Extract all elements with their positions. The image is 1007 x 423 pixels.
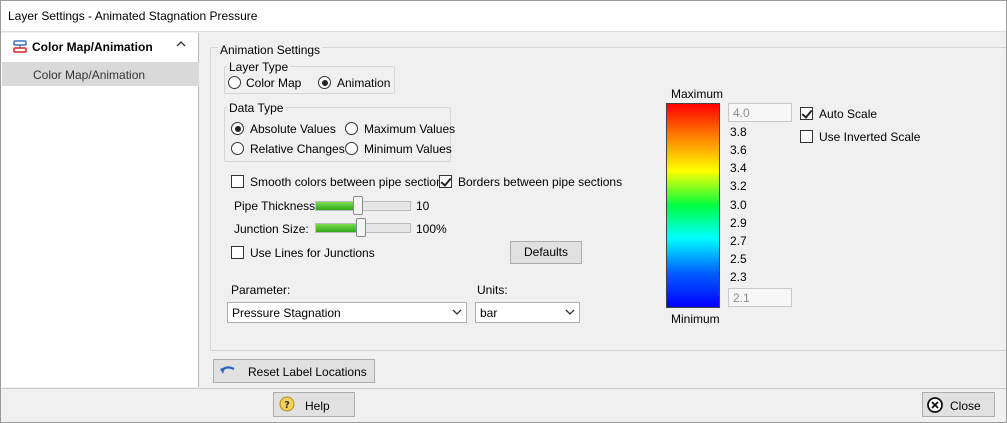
radio-relative-changes-label: Relative Changes — [250, 142, 345, 156]
units-value: bar — [480, 306, 498, 320]
layers-icon — [13, 40, 27, 53]
scale-tick-label: 3.0 — [730, 198, 747, 212]
radio-maximum-values-label: Maximum Values — [364, 122, 456, 136]
borders-checkbox[interactable] — [439, 175, 452, 188]
inverted-scale-checkbox[interactable] — [800, 130, 813, 143]
scale-tick-label: 3.4 — [730, 161, 747, 175]
junction-size-label: Junction Size: — [234, 222, 309, 236]
close-icon — [927, 397, 943, 413]
close-label: Close — [950, 399, 981, 413]
scale-min-input[interactable]: 2.1 — [728, 288, 792, 307]
reset-label-locations-button[interactable]: Reset Label Locations — [213, 359, 375, 383]
chevron-down-icon — [565, 309, 575, 315]
inverted-scale-label: Use Inverted Scale — [819, 130, 921, 144]
pipe-thickness-thumb[interactable] — [353, 196, 363, 215]
pipe-thickness-slider[interactable] — [315, 201, 411, 211]
radio-absolute-values-label: Absolute Values — [250, 122, 336, 136]
pipe-thickness-fill — [316, 202, 358, 210]
svg-text:?: ? — [284, 400, 290, 411]
smooth-colors-label: Smooth colors between pipe sections — [250, 175, 449, 189]
undo-arrow-icon — [220, 366, 235, 374]
parameter-label: Parameter: — [231, 283, 291, 297]
radio-color-map[interactable] — [228, 76, 241, 89]
parameter-value: Pressure Stagnation — [232, 306, 341, 320]
scale-tick-label: 3.6 — [730, 143, 747, 157]
scale-tick-label: 2.3 — [730, 270, 747, 284]
auto-scale-checkbox[interactable] — [800, 107, 813, 120]
pipe-thickness-label: Pipe Thickness: — [234, 199, 319, 213]
units-select[interactable]: bar — [475, 302, 580, 323]
junction-size-fill — [316, 224, 361, 232]
animation-settings-label: Animation Settings — [218, 43, 323, 57]
radio-relative-changes[interactable] — [231, 142, 244, 155]
footer: ? Help Close — [0, 388, 1007, 423]
scale-tick-label: 2.7 — [730, 234, 747, 248]
chevron-down-icon — [452, 309, 462, 315]
sidebar: Color Map/Animation Color Map/Animation — [1, 33, 199, 387]
scale-tick-label: 2.9 — [730, 216, 747, 230]
sidebar-group-color-map[interactable]: Color Map/Animation — [1, 33, 199, 61]
data-type-label: Data Type — [227, 101, 286, 115]
junction-size-thumb[interactable] — [356, 218, 366, 237]
help-icon: ? — [279, 396, 295, 412]
parameter-select[interactable]: Pressure Stagnation — [227, 302, 467, 323]
borders-label: Borders between pipe sections — [458, 175, 623, 189]
radio-color-map-label: Color Map — [246, 76, 302, 90]
sidebar-group-label: Color Map/Animation — [32, 40, 153, 54]
units-label: Units: — [477, 283, 508, 297]
reset-label-locations-label: Reset Label Locations — [248, 365, 367, 379]
sidebar-item-label: Color Map/Animation — [33, 68, 146, 82]
help-button[interactable]: ? Help — [273, 392, 355, 417]
main-panel: Animation Settings Layer Type Color Map … — [200, 33, 1007, 387]
radio-absolute-values[interactable] — [231, 122, 244, 135]
layer-type-label: Layer Type — [227, 60, 291, 74]
auto-scale-label: Auto Scale — [819, 107, 878, 121]
sidebar-item-color-map-animation[interactable]: Color Map/Animation — [2, 62, 199, 86]
defaults-button[interactable]: Defaults — [510, 241, 582, 264]
window-title: Layer Settings - Animated Stagnation Pre… — [8, 9, 258, 23]
pipe-thickness-value: 10 — [416, 199, 430, 213]
scale-tick-label: 3.2 — [730, 179, 747, 193]
close-button[interactable]: Close — [922, 392, 995, 417]
help-label: Help — [305, 399, 330, 413]
smooth-colors-checkbox[interactable] — [231, 175, 244, 188]
chevron-up-icon[interactable] — [175, 38, 187, 50]
radio-animation-label: Animation — [337, 76, 391, 90]
scale-tick-label: 3.8 — [730, 125, 747, 139]
color-scale-bar — [666, 103, 720, 308]
scale-minimum-label: Minimum — [671, 312, 720, 326]
radio-minimum-values[interactable] — [345, 142, 358, 155]
title-bar: Layer Settings - Animated Stagnation Pre… — [0, 0, 1007, 32]
scale-maximum-label: Maximum — [671, 87, 724, 101]
junction-size-value: 100% — [416, 222, 447, 236]
radio-maximum-values[interactable] — [345, 122, 358, 135]
scale-tick-label: 2.5 — [730, 252, 747, 266]
scale-max-input[interactable]: 4.0 — [728, 103, 792, 122]
use-lines-checkbox[interactable] — [231, 246, 244, 259]
use-lines-label: Use Lines for Junctions — [250, 246, 375, 260]
radio-animation[interactable] — [318, 76, 331, 89]
radio-minimum-values-label: Minimum Values — [364, 142, 452, 156]
